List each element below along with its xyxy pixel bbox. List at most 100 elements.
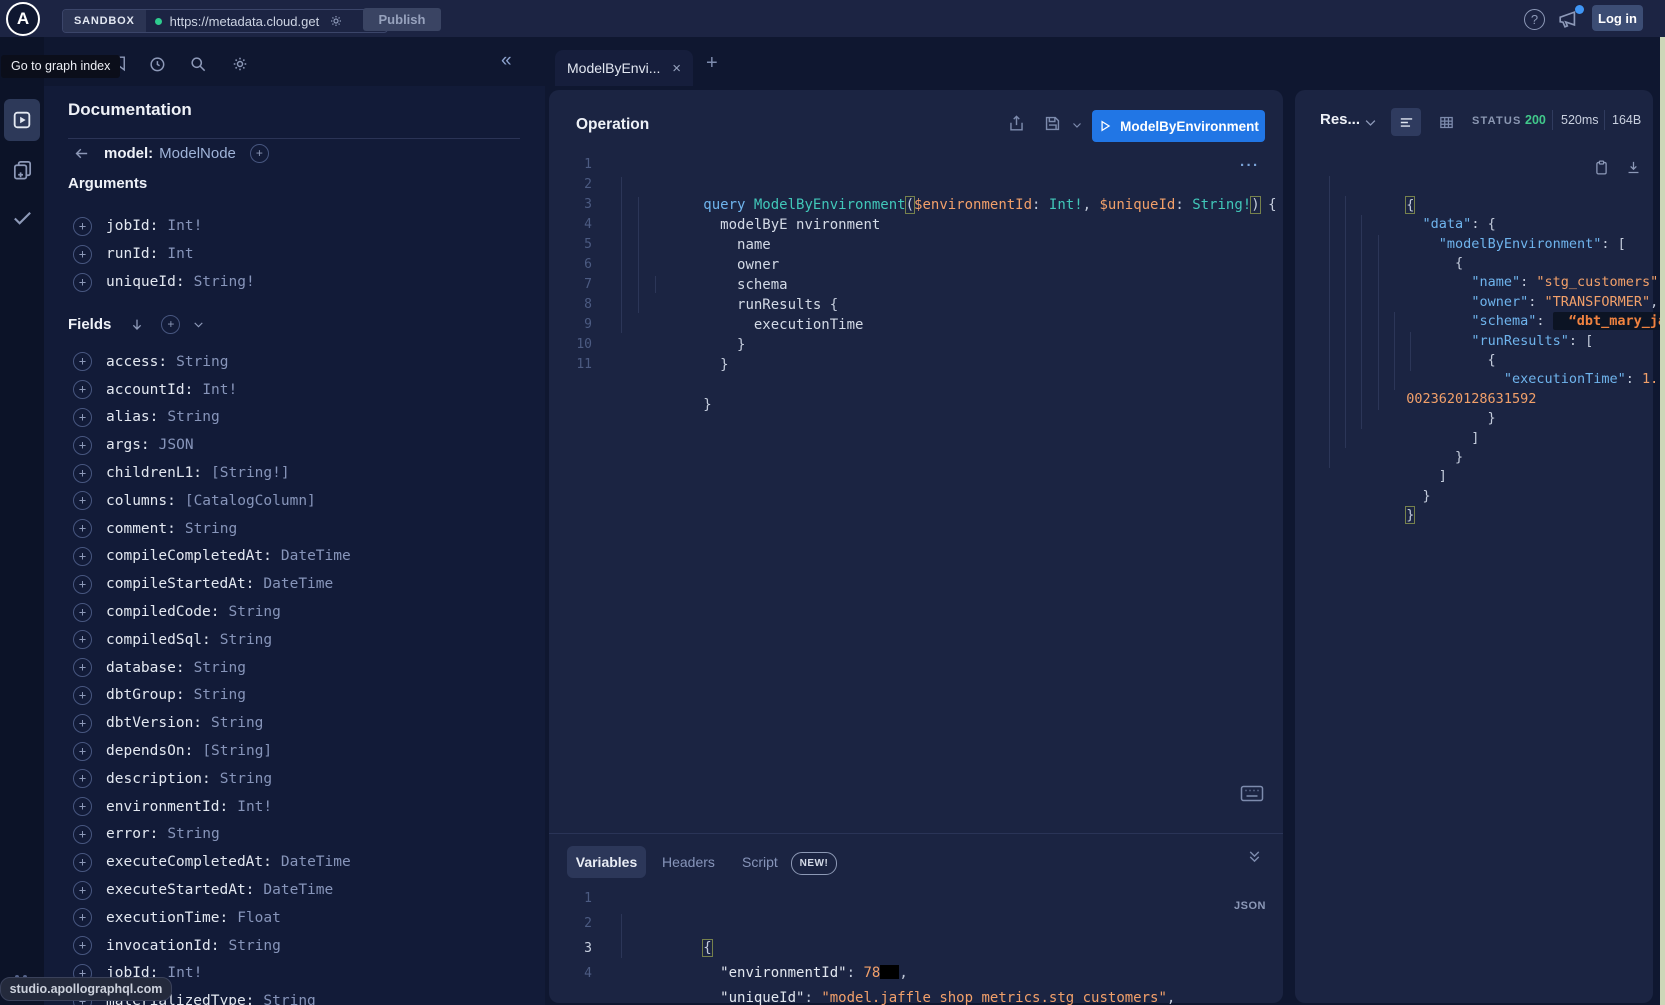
add-field-icon[interactable]: +	[73, 436, 92, 455]
breadcrumb-type-link[interactable]: ModelNode	[159, 145, 236, 162]
add-field-icon[interactable]: +	[73, 742, 92, 761]
add-field-icon[interactable]: +	[73, 853, 92, 872]
endpoint-url[interactable]: https://metadata.cloud.get	[170, 14, 328, 29]
argument-type-link[interactable]: String!	[194, 274, 255, 290]
code-token: :	[847, 965, 864, 981]
field-row: + executeStartedAt: DateTime	[44, 876, 545, 904]
announcements-megaphone-icon[interactable]	[1556, 8, 1582, 30]
field-type-link[interactable]: String	[220, 632, 272, 648]
history-icon[interactable]	[147, 54, 167, 74]
operation-collections-icon[interactable]	[11, 158, 34, 182]
add-field-icon[interactable]: +	[250, 144, 269, 163]
save-icon[interactable]	[1043, 114, 1062, 133]
code-line: {	[1295, 157, 1423, 176]
add-field-icon[interactable]: +	[73, 686, 92, 705]
add-field-icon[interactable]: +	[73, 380, 92, 399]
add-argument-icon[interactable]: +	[73, 217, 92, 236]
fields-list: + access: String + accountId: Int! + ali…	[44, 348, 545, 1005]
new-tab-icon[interactable]: +	[706, 52, 718, 75]
add-field-icon[interactable]: +	[73, 769, 92, 788]
field-type-link[interactable]: DateTime	[281, 548, 351, 564]
add-field-icon[interactable]: +	[73, 714, 92, 733]
field-type-link[interactable]: Float	[237, 910, 281, 926]
add-field-icon[interactable]: +	[73, 519, 92, 538]
add-field-icon[interactable]: +	[73, 352, 92, 371]
tab-variables[interactable]: Variables	[567, 846, 646, 878]
add-field-icon[interactable]: +	[73, 491, 92, 510]
more-options-icon[interactable]: ···	[1240, 157, 1260, 174]
explorer-settings-gear-icon[interactable]	[230, 54, 250, 74]
add-all-fields-icon[interactable]: +	[161, 315, 180, 334]
add-field-icon[interactable]: +	[73, 908, 92, 927]
add-field-icon[interactable]: +	[73, 936, 92, 955]
argument-type-link[interactable]: Int!	[167, 218, 202, 234]
add-field-icon[interactable]: +	[73, 881, 92, 900]
add-field-icon[interactable]: +	[73, 408, 92, 427]
share-icon[interactable]	[1007, 114, 1026, 133]
help-icon[interactable]: ?	[1524, 9, 1545, 30]
endpoint-url-box[interactable]: https://metadata.cloud.get	[146, 10, 387, 32]
code-line: query ModelByEnvironment($environmentId:…	[592, 155, 1277, 175]
login-button[interactable]: Log in	[1592, 5, 1643, 31]
field-type-link[interactable]: String	[194, 660, 246, 676]
field-type-link[interactable]: [CatalogColumn]	[185, 493, 316, 509]
argument-type-link[interactable]: Int	[167, 246, 193, 262]
add-field-icon[interactable]: +	[73, 464, 92, 483]
format-table-toggle[interactable]	[1431, 108, 1461, 136]
format-pretty-toggle[interactable]	[1391, 108, 1421, 136]
collapse-variables-double-chevron-icon[interactable]	[1246, 848, 1263, 865]
field-type-link[interactable]: JSON	[159, 437, 194, 453]
field-type-link[interactable]: String	[211, 715, 263, 731]
code-token: Int!	[1049, 197, 1083, 213]
field-type-link[interactable]: DateTime	[263, 576, 333, 592]
field-type-link[interactable]: String	[220, 771, 272, 787]
field-type-link[interactable]: String	[263, 993, 315, 1005]
response-viewer[interactable]: { "data": { "modelByEnvironment": [	[1295, 157, 1653, 487]
keyboard-shortcuts-icon[interactable]	[1240, 785, 1264, 802]
sort-arrow-down-icon[interactable]	[129, 317, 145, 333]
back-arrow-icon[interactable]	[73, 145, 90, 162]
save-chevron-down-icon[interactable]	[1071, 119, 1083, 131]
publish-button[interactable]: Publish	[363, 8, 441, 31]
checklist-icon[interactable]	[11, 206, 34, 229]
field-type-link[interactable]: Int!	[237, 799, 272, 815]
field-type-link[interactable]: String	[167, 826, 219, 842]
endpoint-settings-gear-icon[interactable]	[328, 13, 344, 29]
field-type-link[interactable]: [String!]	[211, 465, 290, 481]
fields-chevron-down-icon[interactable]	[192, 318, 205, 331]
field-type-link[interactable]: String	[229, 938, 281, 954]
run-operation-button[interactable]: ModelByEnvironment	[1092, 110, 1265, 142]
field-type-link[interactable]: [String]	[202, 743, 272, 759]
add-argument-icon[interactable]: +	[73, 245, 92, 264]
add-field-icon[interactable]: +	[73, 547, 92, 566]
explorer-nav-button[interactable]	[4, 99, 40, 141]
field-type-link[interactable]: String	[167, 409, 219, 425]
collapse-panel-icon[interactable]: «	[501, 50, 512, 72]
field-name: executeStartedAt:	[106, 882, 254, 898]
apollo-logo[interactable]: A	[6, 2, 40, 36]
add-field-icon[interactable]: +	[73, 797, 92, 816]
field-type-link[interactable]: String	[229, 604, 281, 620]
field-type-link[interactable]: String	[176, 354, 228, 370]
response-chevron-down-icon[interactable]	[1363, 115, 1378, 130]
add-field-icon[interactable]: +	[73, 658, 92, 677]
tab-headers[interactable]: Headers	[662, 854, 715, 870]
field-type-link[interactable]: String	[185, 521, 237, 537]
field-type-link[interactable]: Int!	[202, 382, 237, 398]
field-type-link[interactable]: DateTime	[263, 882, 333, 898]
indent-guide	[621, 177, 622, 333]
add-field-icon[interactable]: +	[73, 825, 92, 844]
field-type-link[interactable]: String	[194, 687, 246, 703]
operation-tab[interactable]: ModelByEnvi... ×	[555, 50, 693, 86]
add-field-icon[interactable]: +	[73, 630, 92, 649]
add-field-icon[interactable]: +	[73, 603, 92, 622]
field-type-link[interactable]: DateTime	[281, 854, 351, 870]
variables-editor[interactable]: 1 { 2 "environmentId": 78, 3	[549, 886, 1283, 986]
tab-script[interactable]: Script	[742, 854, 778, 870]
add-field-icon[interactable]: +	[73, 575, 92, 594]
field-type-link[interactable]: Int!	[167, 965, 202, 981]
operation-editor[interactable]: 1 query ModelByEnvironment($environmentI…	[549, 155, 1283, 375]
search-icon[interactable]	[188, 54, 208, 74]
tab-close-icon[interactable]: ×	[672, 60, 681, 77]
add-argument-icon[interactable]: +	[73, 273, 92, 292]
